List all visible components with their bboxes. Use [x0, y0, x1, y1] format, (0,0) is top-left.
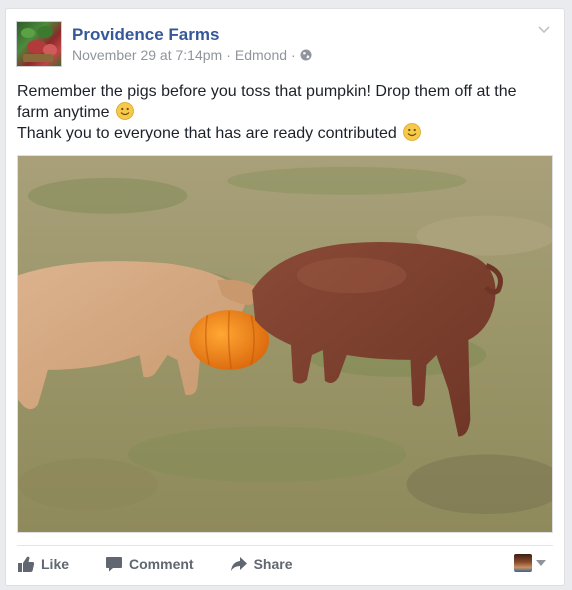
comment-icon	[106, 557, 123, 572]
meta-separator: ·	[226, 47, 231, 63]
comment-label: Comment	[129, 556, 194, 572]
thumbs-up-icon	[18, 556, 35, 572]
smiley-emoji-icon	[403, 123, 422, 141]
post-actions: Like Comment Share	[17, 551, 329, 577]
post-text-line2: Thank you to everyone that has are ready…	[17, 125, 397, 142]
caret-down-icon	[536, 560, 546, 566]
post-timestamp[interactable]: November 29 at 7:14pm	[72, 47, 222, 63]
viewer-avatar	[514, 554, 532, 572]
post-as-selector[interactable]	[514, 554, 546, 572]
share-arrow-icon	[230, 557, 247, 571]
share-label: Share	[253, 556, 293, 572]
comment-button[interactable]: Comment	[105, 555, 194, 573]
page-name-link[interactable]: Providence Farms	[72, 25, 219, 45]
post-card: Providence Farms November 29 at 7:14pm ·…	[5, 8, 565, 586]
post-text-line1: Remember the pigs before you toss that p…	[17, 83, 517, 121]
post-message: Remember the pigs before you toss that p…	[17, 81, 552, 144]
post-meta: November 29 at 7:14pm · Edmond ·	[72, 47, 312, 63]
post-location[interactable]: Edmond	[235, 47, 287, 63]
page-avatar[interactable]	[16, 21, 62, 67]
actions-divider	[17, 545, 553, 546]
globe-icon[interactable]	[300, 49, 312, 61]
like-button[interactable]: Like	[17, 555, 69, 573]
chevron-down-icon[interactable]	[538, 25, 550, 35]
meta-separator: ·	[291, 47, 296, 63]
share-button[interactable]: Share	[230, 555, 293, 573]
smiley-emoji-icon	[116, 102, 134, 120]
like-label: Like	[41, 556, 70, 572]
post-photo[interactable]	[17, 155, 553, 533]
